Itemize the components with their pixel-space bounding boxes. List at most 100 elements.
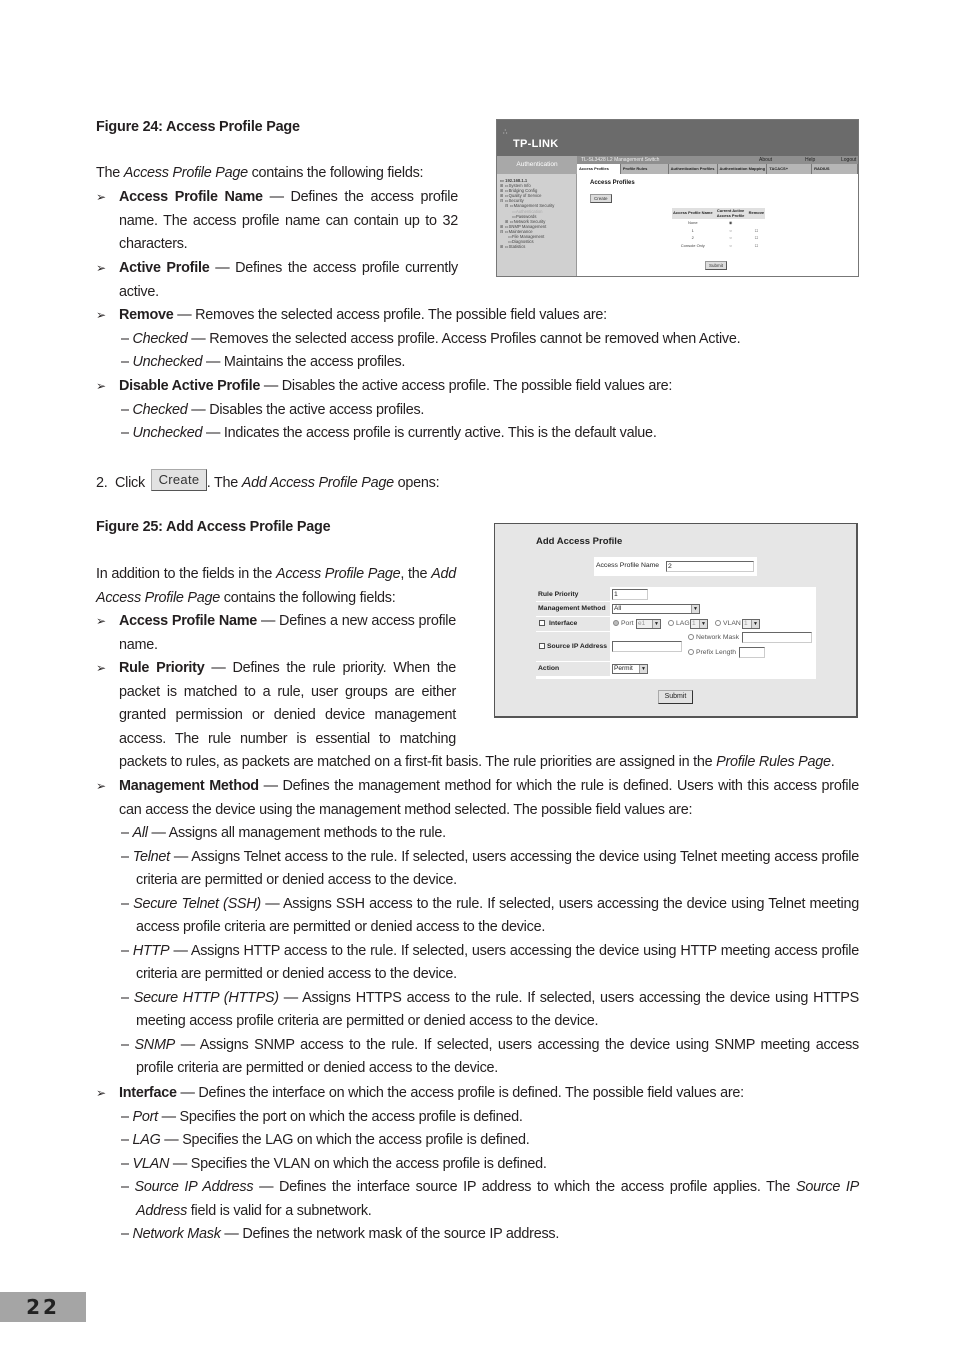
content-title: Access Profiles — [590, 180, 635, 186]
network-mask-input[interactable] — [742, 632, 812, 643]
prefix-length-label: Prefix Length — [696, 649, 737, 656]
remove-checkbox[interactable]: ☐ — [748, 227, 766, 235]
profile-name: 2 — [691, 235, 694, 240]
prefix-length-input[interactable] — [739, 647, 765, 658]
tab-tacacs[interactable]: TACACS+ — [767, 164, 813, 174]
value-https: – Secure HTTP (HTTPS) — Assigns HTTPS ac… — [121, 989, 859, 1030]
table-row: None ◉ — [672, 219, 765, 227]
lag-select[interactable]: 1 ▼ — [690, 619, 708, 629]
arrow-bullet-icon: ➢ — [96, 779, 106, 793]
navigation-tree: ▭ 192.168.1.1 ⊞ ▭System Info ⊞ ▭Bridging… — [497, 174, 577, 276]
intro-paragraph: The Access Profile Page contains the fol… — [96, 165, 424, 181]
about-link[interactable]: About — [759, 156, 772, 164]
column-header: Current Active Access Profile — [713, 208, 748, 219]
interface-checkbox[interactable] — [539, 620, 545, 626]
rule-form: Rule Priority 1 Management Method All ▼ I… — [536, 587, 816, 679]
page-number: 22 — [0, 1292, 86, 1322]
field-disable-active-profile: ➢ Disable Active Profile — Disables the … — [96, 375, 859, 446]
remove-checkbox[interactable]: ☐ — [748, 242, 766, 250]
vlan-label: VLAN — [723, 620, 741, 627]
logout-link[interactable]: Logout — [841, 156, 856, 164]
form-title: Add Access Profile — [536, 536, 623, 547]
port-select[interactable]: e1 ▼ — [636, 619, 661, 629]
figure-24-caption: Figure 24: Access Profile Page — [96, 119, 300, 135]
value-all: – All — Assigns all management methods t… — [121, 825, 446, 841]
value-unchecked: – Unchecked — Maintains the access profi… — [121, 354, 406, 370]
value-http: – HTTP — Assigns HTTP access to the rule… — [121, 942, 859, 983]
figure-25-caption: Figure 25: Add Access Profile Page — [96, 519, 331, 535]
profile-name-input[interactable]: 2 — [666, 561, 754, 572]
profile-name: Console Only — [680, 242, 705, 248]
access-profile-screenshot: ∴ TP-LINK Authentication TL-SL3428 L2 Ma… — [496, 119, 859, 277]
field-remove: ➢ Remove — Removes the selected access p… — [96, 304, 859, 375]
device-title: TL-SL3428 L2 Management Switch — [581, 157, 660, 163]
profile-name: None — [688, 220, 698, 225]
value-ssh: – Secure Telnet (SSH) — Assigns SSH acce… — [121, 895, 859, 936]
tree-item[interactable]: ⊞ ▭Statistics — [500, 244, 573, 249]
active-radio[interactable]: ○ — [714, 234, 748, 242]
lag-radio[interactable] — [668, 620, 674, 626]
tab-profile-rules[interactable]: Profile Rules — [621, 164, 669, 174]
profile-name-row: Access Profile Name 2 — [594, 557, 757, 576]
brand-logo: TP-LINK — [513, 138, 559, 150]
help-link[interactable]: Help — [805, 156, 815, 164]
network-mask-label: Network Mask — [696, 634, 740, 641]
tab-authentication-profiles[interactable]: Authentication Profiles — [669, 164, 718, 174]
arrow-bullet-icon: ➢ — [96, 379, 106, 393]
rule-priority-input[interactable]: 1 — [612, 589, 648, 600]
table-row: Console Only ○ ☐ — [672, 242, 765, 250]
device-title-bar: TL-SL3428 L2 Management Switch About Hel… — [577, 156, 858, 164]
rule-priority-continued: packets to rules, as packets are matched… — [119, 754, 835, 770]
port-radio[interactable] — [613, 620, 619, 626]
action-label: Action — [538, 665, 560, 672]
create-button[interactable]: Create — [590, 194, 612, 203]
arrow-bullet-icon: ➢ — [96, 190, 106, 204]
arrow-bullet-icon: ➢ — [96, 261, 106, 275]
value-unchecked: – Unchecked — Indicates the access profi… — [121, 425, 657, 441]
chevron-down-icon: ▼ — [652, 620, 660, 628]
interface-label: Interface — [549, 620, 578, 627]
field-new-access-profile-name: ➢ Access Profile Name — Defines a new ac… — [96, 610, 456, 657]
submit-button[interactable]: Submit — [658, 690, 693, 704]
chevron-down-icon: ▼ — [639, 665, 647, 673]
active-radio[interactable]: ○ — [714, 227, 748, 235]
source-ip-checkbox[interactable] — [539, 643, 545, 649]
arrow-bullet-icon: ➢ — [96, 661, 106, 675]
value-port: – Port — Specifies the port on which the… — [121, 1108, 523, 1125]
add-access-profile-screenshot: Add Access Profile Access Profile Name 2… — [494, 523, 858, 718]
field-access-profile-name: ➢ Access Profile Name — Defines the acce… — [96, 186, 458, 257]
remove-checkbox[interactable]: ☐ — [748, 234, 766, 242]
column-header: Remove — [747, 208, 766, 219]
arrow-bullet-icon: ➢ — [96, 614, 106, 628]
tab-authentication-mapping[interactable]: Authentication Mapping — [718, 164, 768, 174]
value-checked: – Checked — Removes the selected access … — [121, 330, 741, 347]
active-radio[interactable]: ◉ — [714, 219, 748, 227]
column-header: Access Profile Name — [672, 208, 714, 219]
value-source-ip: – Source IP Address — Defines the interf… — [121, 1179, 859, 1219]
create-button-inline[interactable]: Create — [151, 469, 207, 491]
vlan-select[interactable]: 1 ▼ — [742, 619, 760, 629]
tab-radius[interactable]: RADIUS — [812, 164, 858, 174]
source-ip-input[interactable] — [612, 641, 682, 652]
step-2: 2. Click . The Add Access Profile Page o… — [96, 475, 440, 491]
submit-button[interactable]: Submit — [705, 261, 728, 270]
active-radio[interactable]: ○ — [714, 242, 748, 250]
rule-priority-label: Rule Priority — [538, 591, 579, 598]
action-select[interactable]: Permit ▼ — [612, 664, 648, 674]
table-row: 2 ○ ☐ — [672, 234, 765, 242]
lag-label: LAG — [676, 620, 690, 627]
chevron-down-icon: ▼ — [699, 620, 707, 628]
management-method-select[interactable]: All ▼ — [612, 604, 700, 614]
header-bar: ∴ TP-LINK — [497, 120, 858, 156]
arrow-bullet-icon: ➢ — [96, 1086, 106, 1100]
prefix-length-radio[interactable] — [688, 649, 694, 655]
field-management-method: ➢ Management Method — Defines the manage… — [96, 775, 859, 1081]
access-profiles-table: Access Profile Name Current Active Acces… — [672, 208, 766, 250]
value-telnet: – Telnet — Assigns Telnet access to the … — [121, 848, 859, 889]
vlan-radio[interactable] — [715, 620, 721, 626]
field-interface: ➢ Interface — Defines the interface on w… — [96, 1082, 859, 1247]
network-mask-radio[interactable] — [688, 634, 694, 640]
value-checked: – Checked — Disables the active access p… — [121, 401, 425, 418]
port-label: Port — [621, 620, 634, 627]
tab-access-profiles[interactable]: Access Profiles — [577, 164, 621, 174]
